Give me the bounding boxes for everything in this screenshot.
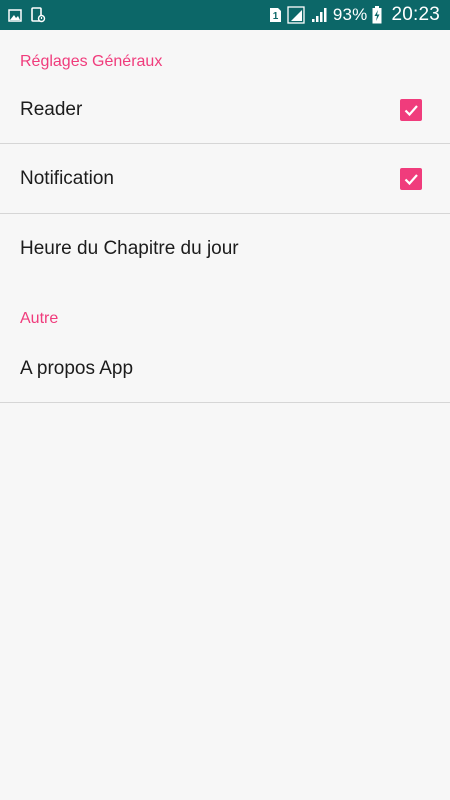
signal-boxed-icon — [287, 6, 305, 24]
pref-about-app[interactable]: A propos App — [0, 335, 450, 402]
notification-checkbox[interactable] — [400, 167, 422, 190]
pref-notification-label: Notification — [20, 167, 114, 189]
pref-reader-label: Reader — [20, 98, 83, 120]
signal-strength-icon — [310, 7, 328, 23]
sim-card-icon: 1 — [269, 7, 282, 23]
phone-sync-icon — [30, 7, 46, 23]
checkmark-icon — [404, 104, 418, 116]
pref-about-app-label: A propos App — [20, 357, 134, 379]
pref-reader[interactable]: Reader — [0, 76, 450, 143]
gallery-notification-icon — [8, 8, 22, 22]
battery-percent: 93% — [332, 5, 368, 24]
pref-daily-chapter-time-label: Heure du Chapitre du jour — [20, 237, 239, 259]
sim-number: 1 — [273, 11, 279, 22]
divider — [0, 402, 450, 403]
battery-charging-icon — [372, 6, 382, 24]
settings-screen: Réglages Généraux Reader Notification He… — [0, 30, 450, 800]
reader-checkbox[interactable] — [400, 98, 422, 121]
status-bar: 1 93% 20:23 — [0, 0, 450, 30]
pref-notification[interactable]: Notification — [0, 144, 450, 213]
checkmark-icon — [404, 173, 418, 185]
section-header-other: Autre — [20, 310, 59, 327]
pref-daily-chapter-time[interactable]: Heure du Chapitre du jour — [0, 214, 450, 283]
clock: 20:23 — [391, 4, 440, 25]
section-header-general: Réglages Généraux — [20, 53, 163, 70]
